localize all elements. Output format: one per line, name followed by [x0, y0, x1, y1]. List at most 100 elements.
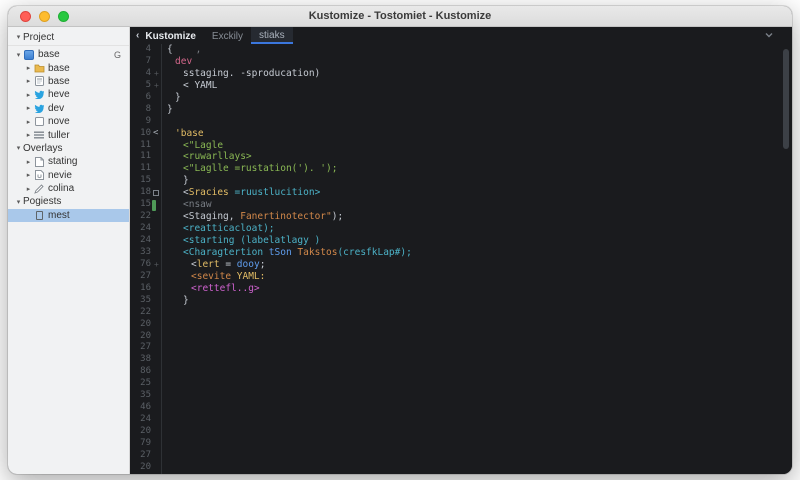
chevron-right-icon[interactable]: ▸	[24, 185, 33, 193]
chevron-down-icon[interactable]: ▾	[14, 144, 23, 152]
code-line[interactable]: 27	[130, 449, 792, 462]
gutter[interactable]	[151, 247, 161, 259]
code-line[interactable]: 86	[130, 366, 792, 379]
code-line[interactable]: 24 <starting (labelatlagy )	[130, 235, 792, 247]
gutter[interactable]	[151, 223, 161, 235]
gutter[interactable]	[151, 319, 161, 331]
tree-item-base[interactable]: ▾ base G	[8, 48, 129, 61]
code-line[interactable]: 11 <"Lagle	[130, 139, 792, 152]
code-line[interactable]: 11 <ruwarllays>	[130, 151, 792, 164]
fold-chevron-icon[interactable]: <	[153, 128, 158, 140]
tree-item-project[interactable]: ▾ Project	[8, 29, 129, 46]
gutter[interactable]	[151, 354, 161, 366]
tree-item-stating[interactable]: ▸ stating	[8, 155, 129, 168]
gutter[interactable]	[151, 283, 161, 295]
gutter[interactable]	[151, 104, 161, 116]
code-line[interactable]: 79	[130, 437, 792, 450]
gutter[interactable]	[151, 271, 161, 283]
zoom-window-button[interactable]	[58, 11, 69, 22]
gutter[interactable]	[151, 92, 161, 104]
gutter[interactable]	[151, 44, 161, 56]
code-line[interactable]: 20	[130, 330, 792, 343]
gutter[interactable]	[151, 175, 161, 187]
gutter[interactable]	[151, 116, 161, 128]
code-line[interactable]: 5 + < YAML	[130, 79, 792, 92]
chevron-right-icon[interactable]: ▸	[24, 64, 33, 72]
code-line[interactable]: 7 dev	[130, 55, 792, 68]
chevron-right-icon[interactable]: ▸	[24, 104, 33, 112]
gutter[interactable]	[151, 342, 161, 354]
code-line[interactable]: 16 <rettefl..g>	[130, 282, 792, 295]
gutter[interactable]	[151, 307, 161, 319]
chevron-down-icon[interactable]: ▾	[14, 198, 23, 206]
back-chevron-icon[interactable]: ‹	[136, 30, 139, 41]
gutter[interactable]	[151, 151, 161, 163]
breakpoint-box-icon[interactable]	[153, 189, 159, 196]
tree-item-pogiests[interactable]: ▾ Pogiests	[8, 195, 129, 208]
code-line[interactable]: 27	[130, 342, 792, 355]
chevron-right-icon[interactable]: ▸	[24, 171, 33, 179]
chevron-right-icon[interactable]: ▸	[24, 118, 33, 126]
code-line[interactable]: 22 <Staging, Fanertinotector");	[130, 211, 792, 224]
gutter[interactable]	[151, 402, 161, 414]
gutter[interactable]	[151, 366, 161, 378]
gutter[interactable]	[151, 450, 161, 462]
code-line[interactable]: 4 + sstaging. -sproducation)	[130, 67, 792, 80]
gutter[interactable]	[151, 295, 161, 307]
code-line[interactable]: 27 <sevite YAML:	[130, 270, 792, 283]
gutter[interactable]	[151, 56, 161, 68]
code-line[interactable]: 35	[130, 390, 792, 403]
gutter[interactable]	[151, 414, 161, 426]
chevron-right-icon[interactable]: ▸	[24, 158, 33, 166]
minimize-window-button[interactable]	[39, 11, 50, 22]
gutter[interactable]: +	[151, 80, 161, 92]
editor-scrollbar[interactable]	[783, 49, 789, 149]
close-window-button[interactable]	[20, 11, 31, 22]
tree-item-dev[interactable]: ▸ dev	[8, 102, 129, 115]
code-line[interactable]: 4 { ,	[130, 44, 792, 56]
gutter[interactable]	[151, 438, 161, 450]
gutter[interactable]	[151, 426, 161, 438]
code-line[interactable]: 18 <Sracies =ruustlucition>	[130, 187, 792, 200]
code-line[interactable]: 15}	[130, 175, 792, 188]
code-line[interactable]: 35}	[130, 294, 792, 307]
title-bar[interactable]: Kustomize - Tostomiet - Kustomize	[8, 6, 792, 27]
chevron-down-icon[interactable]	[764, 30, 774, 40]
code-line[interactable]: 22	[130, 306, 792, 319]
tree-item-tuller[interactable]: ▸ tuller	[8, 128, 129, 141]
tree-item-mest[interactable]: mest	[8, 208, 129, 223]
code-line[interactable]: 20	[130, 318, 792, 331]
gutter[interactable]	[151, 462, 161, 474]
editor-tab-stiaks[interactable]: stiaks	[251, 27, 293, 44]
editor-tab-kustomize[interactable]: Kustomize	[143, 27, 204, 44]
code-line[interactable]: 24	[130, 414, 792, 426]
tree-item-nove[interactable]: ▸ nove	[8, 115, 129, 128]
chevron-right-icon[interactable]: ▸	[24, 131, 33, 139]
code-line[interactable]: 8}	[130, 103, 792, 116]
chevron-down-icon[interactable]: ▾	[14, 33, 23, 41]
tree-item-base[interactable]: ▸ base	[8, 75, 129, 88]
gutter[interactable]	[151, 378, 161, 390]
gutter[interactable]	[151, 187, 161, 199]
gutter[interactable]: +	[151, 68, 161, 80]
gutter[interactable]: <	[151, 128, 161, 140]
gutter[interactable]	[151, 199, 161, 211]
code-line[interactable]: 24 <reatticacloat);	[130, 223, 792, 235]
chevron-right-icon[interactable]: ▸	[24, 77, 33, 85]
code-line[interactable]: 20	[130, 461, 792, 474]
code-line[interactable]: 46	[130, 402, 792, 415]
code-line[interactable]: 38	[130, 354, 792, 367]
gutter[interactable]	[151, 140, 161, 152]
code-line[interactable]: 25	[130, 378, 792, 391]
code-area[interactable]: 4{ , 7 dev 4 + sstaging. -sproducation) 5 + < YA…	[130, 44, 792, 474]
code-line[interactable]: 11 <"Laglle =rustation('). ');	[130, 163, 792, 176]
tree-item-nevie[interactable]: ▸ nevie	[8, 169, 129, 182]
gutter[interactable]	[151, 211, 161, 223]
code-line[interactable]: 76 + <lert = dooy;	[130, 258, 792, 271]
code-line[interactable]: 33 <Charagtertion tSon Takstos(cresfkLap#…	[130, 246, 792, 259]
tree-item-colina[interactable]: ▸ colina	[8, 182, 129, 195]
code-line[interactable]: 10 < 'base	[130, 127, 792, 140]
gutter[interactable]	[151, 235, 161, 247]
code-line[interactable]: 20	[130, 426, 792, 438]
chevron-right-icon[interactable]: ▸	[24, 91, 33, 99]
